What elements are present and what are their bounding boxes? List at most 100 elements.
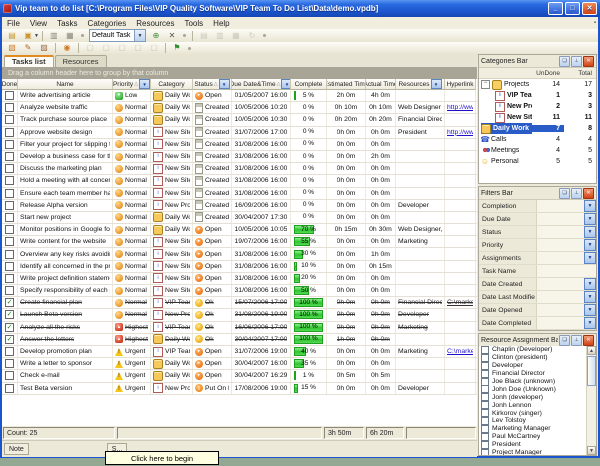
filter-dropdown-icon[interactable]: ▼ [584,213,596,225]
table-row[interactable]: Specify responsibility of each project t… [2,285,477,297]
resource-checkbox[interactable] [481,449,489,455]
resource-restore-icon[interactable]: ❏ [559,335,570,346]
filter-dropdown-icon[interactable]: ▼ [584,239,596,251]
task-type-combo[interactable]: Default Task▼ [89,29,146,42]
scroll-up-icon[interactable]: ▲ [587,346,596,355]
resource-item[interactable]: Lev Tolstoy [479,417,587,425]
column-header-priority[interactable]: Priority△▼ [113,79,151,90]
print-preview-button[interactable]: ▦ [63,29,77,42]
filters-restore-icon[interactable]: ❏ [559,188,570,199]
new-file-button[interactable]: ▤ [5,29,19,42]
column-header-actual-time[interactable]: Actual Time [366,79,396,90]
table-row[interactable]: Overview any key risks avoiding detailsN… [2,248,477,260]
column-header-hyperlink[interactable]: Hyperlink [445,79,476,90]
filter-dropdown-icon[interactable]: ▼ [584,278,596,290]
done-checkbox[interactable] [5,115,14,124]
resource-close-icon[interactable]: ✕ [583,335,594,346]
filter-value-field[interactable] [537,200,584,212]
filter-value-field[interactable] [537,252,584,264]
done-checkbox[interactable] [5,189,14,198]
table-row[interactable]: ✓Launch Beta versionNormaliNew Product L… [2,309,477,321]
add-task-button[interactable]: ▧ [5,42,19,55]
column-header-due-date-time[interactable]: Due Date&Time△▼ [232,79,291,90]
maximize-button[interactable]: □ [565,2,580,15]
minimize-button[interactable]: _ [548,2,563,15]
menu-help[interactable]: Help [208,18,234,29]
done-checkbox[interactable] [5,103,14,112]
column-header-status[interactable]: Status△▼ [193,79,232,90]
category-item-new-product[interactable]: iNew Product23 [479,101,596,112]
resource-item[interactable]: Clinton (president) [479,354,587,362]
done-checkbox[interactable] [5,201,14,210]
menu-resources[interactable]: Resources [131,18,179,29]
resource-checkbox[interactable] [481,378,489,386]
title-bar[interactable]: Vip team to do list [C:\Program Files\VI… [0,0,600,17]
resource-checkbox[interactable] [481,385,489,393]
group-by-bar[interactable]: Drag a column header here to group by th… [2,67,477,79]
categories-restore-icon[interactable]: ❏ [559,56,570,67]
resource-item[interactable]: Jonh (developer) [479,393,587,401]
resource-scrollbar[interactable]: ▲ ▼ [586,346,596,455]
remove-task-button[interactable]: ▨ [37,42,51,55]
hyperlink[interactable]: C:\marketing\pla [447,299,473,306]
table-row[interactable]: ✓Answer the letters▴HighestDaily Work✓Ok… [2,334,477,346]
filter-dropdown-icon[interactable]: ▼ [139,79,150,89]
new-task-button[interactable]: ⊕ [149,29,163,42]
resource-checkbox[interactable] [481,441,489,449]
table-row[interactable]: ✓Analyze all the risks▴HighestiVIP Team … [2,322,477,334]
resource-item[interactable]: Joe Black (unknown) [479,378,587,386]
done-checkbox[interactable] [5,286,14,295]
done-checkbox[interactable] [5,384,14,393]
categories-close-icon[interactable]: ✕ [583,56,594,67]
resource-item[interactable]: Financial Director [479,370,587,378]
table-row[interactable]: ✓Create financial planNormaliVIP Team Pr… [2,297,477,309]
filter-dropdown-icon[interactable]: ▼ [584,252,596,264]
hyperlink[interactable]: http://www.todol [447,129,473,136]
done-checkbox[interactable] [5,91,14,100]
table-row[interactable]: Start new projectNormalDaily WorkCreated… [2,212,477,224]
table-row[interactable]: Track purchase source placeNormalDaily W… [2,114,477,126]
menu-file[interactable]: File [2,18,25,29]
filter-dropdown-icon[interactable]: ▼ [584,291,596,303]
close-button[interactable]: ✕ [582,2,597,15]
done-checkbox[interactable] [5,225,14,234]
resource-checkbox[interactable] [481,346,489,354]
filter-value-field[interactable] [537,317,584,329]
resource-item[interactable]: Jonh Lennon [479,401,587,409]
view-task-button[interactable]: ◉ [60,42,74,55]
done-checkbox[interactable] [5,152,14,161]
scroll-down-icon[interactable]: ▼ [587,446,596,455]
table-row[interactable]: Write project definition statementNormal… [2,273,477,285]
table-row[interactable]: Test Beta version!UrgentiNew Product L∥P… [2,383,477,395]
column-header-name[interactable]: Name [18,79,113,90]
table-row[interactable]: Analyze website trafficNormalDaily WorkC… [2,102,477,114]
tab-resources[interactable]: Resources [55,55,107,67]
filter-dropdown-icon[interactable]: ▼ [584,317,596,329]
hyperlink[interactable]: http://www.vip-q [447,104,473,111]
done-checkbox[interactable]: ✓ [5,335,14,344]
resource-item[interactable]: Project Manager [479,449,587,455]
filter-value-field[interactable] [537,239,584,251]
table-row[interactable]: Develop a business case for the projectN… [2,151,477,163]
filter-value-field[interactable] [537,265,596,277]
resource-checkbox[interactable] [481,393,489,401]
delete-task-button[interactable]: ✕ [165,29,179,42]
table-row[interactable]: Write advertising article▾LowDaily Work▸… [2,90,477,102]
menu-view[interactable]: View [25,18,52,29]
combo-dropdown-icon[interactable]: ▼ [134,30,145,41]
filter-value-field[interactable] [537,304,584,316]
table-row[interactable]: Monitor positions in Google for main key… [2,224,477,236]
table-row[interactable]: Discuss the marketing planNormaliNew Sit… [2,163,477,175]
done-checkbox[interactable] [5,128,14,137]
filter-dropdown-icon[interactable]: ▼ [584,304,596,316]
category-item-new-site-la[interactable]: iNew Site La1111 [479,112,596,123]
done-checkbox[interactable] [5,164,14,173]
edit-task-button[interactable]: ✎ [21,42,35,55]
resource-item[interactable]: Chaplin (Developer) [479,346,587,354]
done-checkbox[interactable] [5,140,14,149]
column-header-complete[interactable]: Complete [291,79,327,90]
scroll-thumb[interactable] [587,356,596,386]
resource-item[interactable]: John Doe (Unknown) [479,385,587,393]
filter-dropdown-icon[interactable]: ▼ [431,79,442,89]
filter-value-field[interactable] [537,291,584,303]
